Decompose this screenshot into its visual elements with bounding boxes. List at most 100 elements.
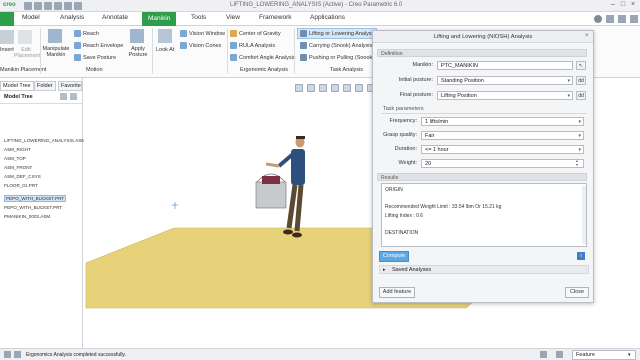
posture-editor-icon[interactable]: dd <box>576 76 586 85</box>
undo-icon[interactable] <box>54 2 62 10</box>
results-section: Results <box>377 173 587 181</box>
zoom-out-icon[interactable] <box>319 84 327 92</box>
expand-icon[interactable] <box>630 15 638 23</box>
manipulate-manikin-icon[interactable] <box>48 29 62 43</box>
tree-item-asm-top[interactable]: ASM_TOP <box>4 156 26 161</box>
save-icon[interactable] <box>44 2 52 10</box>
tree-filter-icon[interactable] <box>70 93 77 100</box>
tab-view[interactable]: View <box>226 14 240 21</box>
vision-window-button[interactable]: Vision Window <box>189 31 225 37</box>
tree-item-asm-def-csys[interactable]: ASM_DEF_CSYS <box>4 174 41 179</box>
orient-icon[interactable] <box>343 84 351 92</box>
vision-cones-button[interactable]: Vision Cones <box>189 43 221 49</box>
grasp-quality-label: Grasp quality: <box>383 132 417 138</box>
tree-item-asm-right[interactable]: ASM_RIGHT <box>4 147 31 152</box>
definition-section-label: Definition <box>381 51 403 57</box>
tab-analysis[interactable]: Analysis <box>60 14 84 21</box>
rula-analysis-button[interactable]: RULA Analysis <box>239 43 275 49</box>
open-file-icon[interactable] <box>34 2 42 10</box>
results-scrollbar[interactable] <box>582 186 586 244</box>
file-menu-button[interactable] <box>0 12 14 26</box>
add-feature-button[interactable]: Add feature <box>379 287 415 298</box>
saved-views-icon[interactable] <box>355 84 363 92</box>
weight-spinner-icon[interactable]: ▴ ▾ <box>576 159 578 167</box>
settings-icon[interactable] <box>618 15 626 23</box>
redo-icon[interactable] <box>64 2 72 10</box>
look-at-icon[interactable] <box>158 29 172 43</box>
save-posture-icon <box>74 54 81 61</box>
look-at-button[interactable]: Look At <box>156 47 174 53</box>
weight-input[interactable]: 20 <box>421 159 584 168</box>
results-line: Recommended Weight Limit : 33.54 lbm Or … <box>385 204 502 210</box>
insert-manikin-icon[interactable] <box>0 30 14 44</box>
reach-envelope-icon <box>74 42 81 49</box>
chevron-down-icon: ▾ <box>628 352 631 358</box>
manipulate-manikin-button[interactable]: Manipulate Manikin <box>42 46 70 58</box>
status-icon <box>14 351 21 358</box>
tree-item-bucket[interactable]: PEPO_WITH_BUCKET.PRT <box>4 205 62 210</box>
duration-select[interactable]: <= 1 hour ▾ <box>421 145 584 154</box>
search-icon[interactable] <box>606 15 614 23</box>
minimize-icon[interactable]: – <box>608 1 618 8</box>
lifting-lowering-button[interactable]: Lifting or Lowering Analysis <box>309 31 376 37</box>
vision-window-icon <box>180 30 187 37</box>
tab-annotate[interactable]: Annotate <box>102 14 128 21</box>
center-of-gravity-button[interactable]: Center of Gravity <box>239 31 281 37</box>
tree-item-floor[interactable]: FLOOR_01.PRT <box>4 183 38 188</box>
tree-settings-icon[interactable] <box>60 93 67 100</box>
refit-icon[interactable] <box>295 84 303 92</box>
results-line: ORIGIN <box>385 187 403 193</box>
dialog-close-icon[interactable]: × <box>585 33 589 39</box>
carrying-icon <box>300 42 307 49</box>
select-manikin-icon[interactable]: ↖ <box>576 61 586 70</box>
tree-item-root[interactable]: LIFTING_LOWERING_ANALYSIS.ASM <box>4 138 85 143</box>
repaint-icon[interactable] <box>331 84 339 92</box>
status-icon[interactable] <box>556 351 563 358</box>
manikin-field[interactable]: PTC_MANIKIN <box>437 61 573 70</box>
close-window-icon[interactable]: × <box>628 1 638 8</box>
comfort-angle-analysis-button[interactable]: Comfort Angle Analysis <box>239 55 296 61</box>
apply-posture-icon[interactable] <box>130 29 144 43</box>
insert-button[interactable]: Insert <box>0 47 14 53</box>
expand-arrow-icon: ▸ <box>383 267 386 273</box>
tree-item-manikin[interactable]: PMANIKIN_0003.ASM <box>4 214 50 219</box>
new-file-icon[interactable] <box>24 2 32 10</box>
close-button[interactable]: Close <box>565 287 589 298</box>
zoom-in-icon[interactable] <box>307 84 315 92</box>
compute-button[interactable]: Compute <box>379 251 409 262</box>
frequency-select[interactable]: 1 lifts/min ▾ <box>421 117 584 126</box>
apply-posture-button[interactable]: Apply Posture <box>126 46 150 58</box>
selection-filter-select[interactable]: Feature ▾ <box>572 350 636 360</box>
tab-tools[interactable]: Tools <box>191 14 206 21</box>
edit-placement-button[interactable]: Edit Placement <box>14 47 40 59</box>
final-posture-select[interactable]: Lifting Position ▾ <box>437 91 573 100</box>
save-posture-button[interactable]: Save Posture <box>83 55 116 61</box>
regenerate-icon[interactable] <box>74 2 82 10</box>
reach-button[interactable]: Reach <box>83 31 99 37</box>
tab-folder[interactable]: Folder <box>34 81 56 91</box>
initial-posture-select[interactable]: Standing Position ▾ <box>437 76 573 85</box>
ribbon-separator <box>40 28 41 74</box>
edit-placement-icon[interactable] <box>18 30 32 44</box>
posture-editor-icon[interactable]: dd <box>576 91 586 100</box>
selection-filter-value: Feature <box>576 352 595 358</box>
tree-item-asm-front[interactable]: ASM_FRONT <box>4 165 32 170</box>
info-icon[interactable]: i <box>577 252 585 260</box>
maximize-icon[interactable]: □ <box>618 1 628 8</box>
ribbon-separator <box>227 28 228 74</box>
grasp-quality-select[interactable]: Fair ▾ <box>421 131 584 140</box>
tab-framework[interactable]: Framework <box>259 14 292 21</box>
help-icon[interactable] <box>594 15 602 23</box>
tab-manikin[interactable]: Manikin <box>142 12 177 26</box>
tree-item-bucket-selected[interactable]: PEPO_WITH_BUCKET.PRT <box>4 195 67 202</box>
tab-applications[interactable]: Applications <box>310 14 345 21</box>
tab-model[interactable]: Model <box>22 14 40 21</box>
reach-envelope-button[interactable]: Reach Envelope <box>83 43 123 49</box>
saved-analyses-section[interactable]: ▸ Saved Analyses <box>379 265 589 274</box>
results-textarea[interactable]: ORIGIN Recommended Weight Limit : 33.54 … <box>381 183 587 247</box>
tab-model-tree[interactable]: Model Tree <box>0 81 34 91</box>
status-icon[interactable] <box>540 351 547 358</box>
model-tree-header: Model Tree <box>4 94 33 100</box>
carrying-analysis-button[interactable]: Carrying (Snook) Analysis <box>309 43 372 49</box>
tab-favorites[interactable]: Favorites <box>58 81 82 91</box>
